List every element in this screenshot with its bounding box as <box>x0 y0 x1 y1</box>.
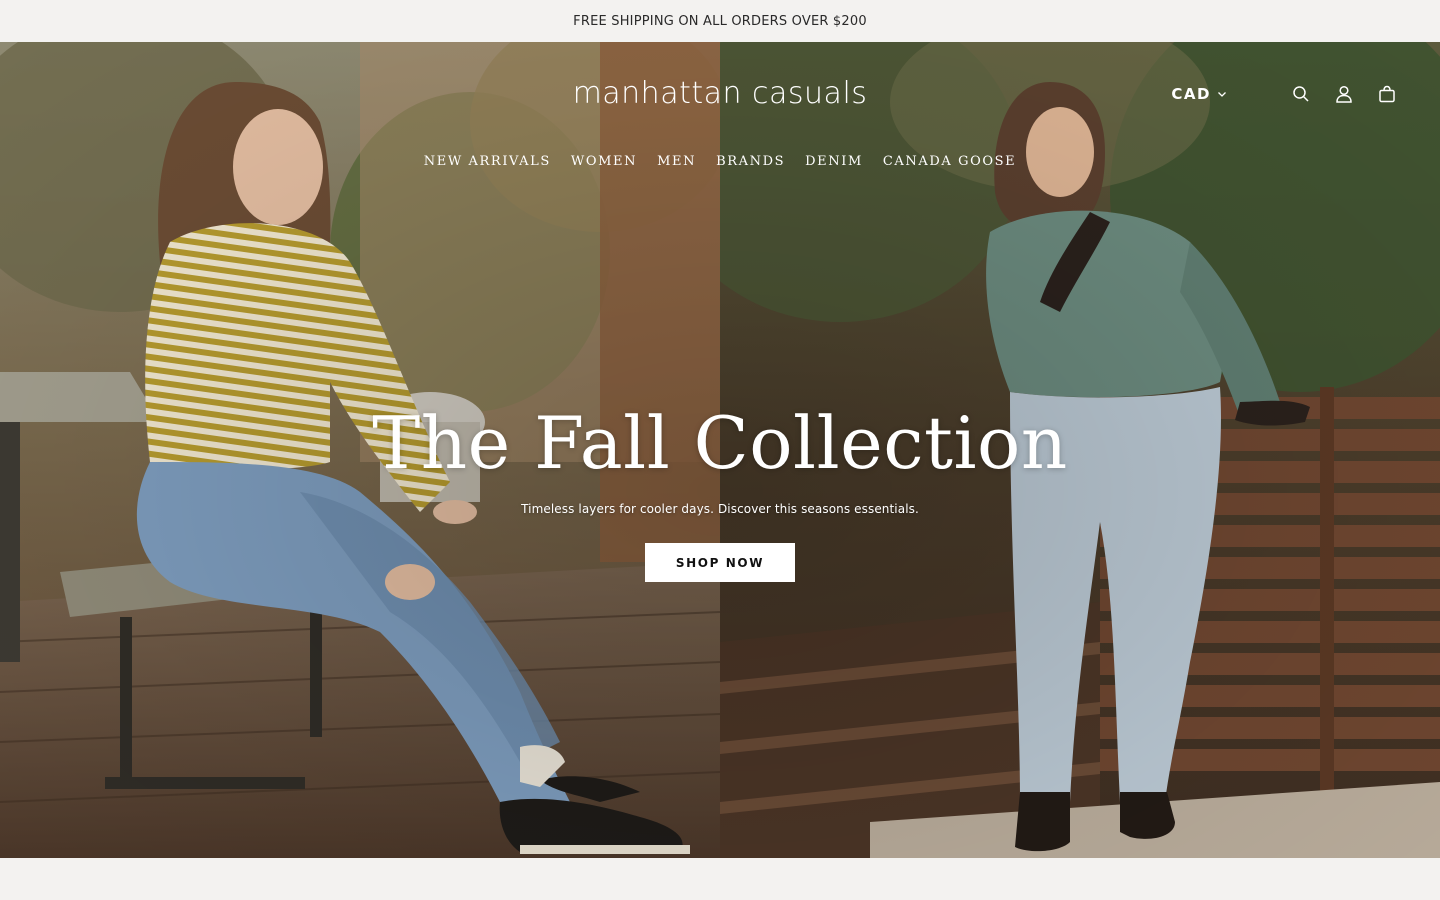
cart-button[interactable] <box>1374 81 1400 107</box>
nav-item-canada-goose[interactable]: CANADA GOOSE <box>883 154 1016 169</box>
announcement-bar: FREE SHIPPING ON ALL ORDERS OVER $200 <box>0 0 1440 42</box>
hero-title: The Fall Collection <box>372 401 1068 485</box>
hero-banner: manhattan casuals CAD NEW ARRIVALS WOMEN… <box>0 42 1440 858</box>
currency-label: CAD <box>1171 85 1211 103</box>
nav-item-women[interactable]: WOMEN <box>571 154 637 169</box>
search-icon <box>1293 86 1309 102</box>
nav-item-men[interactable]: MEN <box>657 154 696 169</box>
hero-subtitle: Timeless layers for cooler days. Discove… <box>521 502 919 516</box>
logo-text: manhattan casuals <box>572 76 868 111</box>
cart-icon <box>1379 85 1395 103</box>
currency-selector[interactable]: CAD <box>1171 85 1227 103</box>
account-button[interactable] <box>1331 81 1357 107</box>
account-icon <box>1336 85 1352 103</box>
announcement-text: FREE SHIPPING ON ALL ORDERS OVER $200 <box>573 13 867 29</box>
main-nav: NEW ARRIVALS WOMEN MEN BRANDS DENIM CANA… <box>0 154 1440 169</box>
nav-item-denim[interactable]: DENIM <box>805 154 863 169</box>
shop-now-button[interactable]: SHOP NOW <box>645 543 795 582</box>
search-button[interactable] <box>1288 81 1314 107</box>
chevron-down-icon <box>1218 92 1226 97</box>
nav-item-new-arrivals[interactable]: NEW ARRIVALS <box>424 154 551 169</box>
header-actions: CAD <box>1171 80 1400 108</box>
hero-content: The Fall Collection Timeless layers for … <box>0 397 1440 582</box>
nav-item-brands[interactable]: BRANDS <box>716 154 785 169</box>
below-hero-section <box>0 858 1440 900</box>
